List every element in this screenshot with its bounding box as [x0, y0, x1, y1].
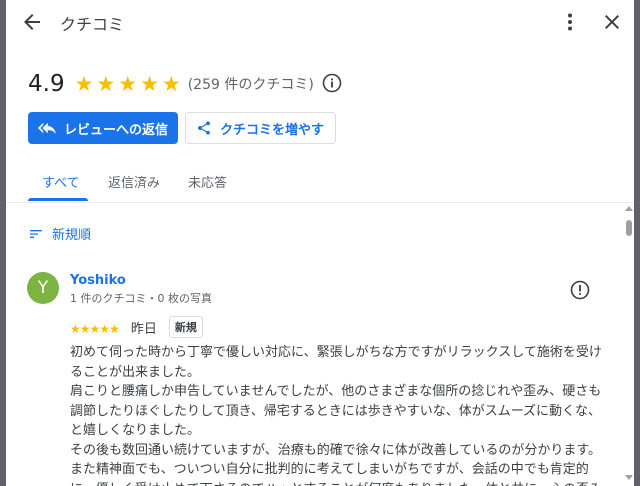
reply-button-label: レビューへの返信 — [64, 122, 169, 138]
star-icon: ★ — [79, 321, 91, 336]
close-icon — [605, 15, 619, 29]
star-icon: ★ — [89, 321, 101, 336]
dialog-header: クチコミ — [6, 0, 634, 44]
star-icon: ★ — [96, 72, 116, 96]
close-button[interactable] — [600, 10, 624, 34]
report-review-button[interactable] — [570, 280, 590, 300]
scroll-up-arrow[interactable] — [625, 206, 633, 211]
review-date: 昨日 — [130, 321, 157, 337]
rating-stars: ★ ★ ★ ★ ★ — [75, 73, 184, 95]
info-icon — [322, 73, 342, 93]
scroll-thumb[interactable] — [626, 220, 632, 236]
arrow-back-icon — [24, 14, 40, 30]
share-button-label: クチコミを増やす — [220, 122, 325, 138]
review-stars: ★★★★★ — [70, 318, 120, 337]
active-tab-indicator — [28, 198, 88, 201]
sort-label: 新規順 — [52, 228, 92, 243]
avatar[interactable]: Y — [27, 272, 59, 304]
reply-to-reviews-button[interactable]: レビューへの返信 — [28, 112, 178, 144]
reviewer-name[interactable]: Yoshiko — [70, 273, 126, 288]
reply-icon — [38, 122, 56, 134]
page-title: クチコミ — [60, 15, 125, 34]
star-icon: ★ — [118, 72, 138, 96]
star-icon: ★ — [99, 321, 110, 336]
scrollbar[interactable] — [624, 204, 634, 486]
rating-value: 4.9 — [28, 71, 65, 97]
get-more-reviews-button[interactable]: クチコミを増やす — [185, 112, 336, 144]
tab-replied[interactable]: 返信済み — [108, 172, 160, 191]
star-icon: ★ — [161, 72, 181, 96]
more-options-button[interactable] — [558, 10, 582, 34]
new-badge: 新規 — [168, 316, 203, 338]
review-text: 初めて伺った時から丁寧で優しい対応に、緊張しがちな方ですがリラックスして施術を受… — [70, 345, 602, 486]
star-icon: ★ — [70, 321, 81, 336]
star-icon: ★ — [74, 72, 94, 96]
review-rating-row: ★★★★★ 昨日 新規 — [70, 316, 203, 338]
scroll-down-arrow[interactable] — [625, 475, 633, 480]
review-filter-tabs: すべて 返信済み 未応答 — [6, 160, 634, 203]
tab-unanswered[interactable]: 未応答 — [188, 172, 227, 191]
share-icon — [198, 121, 210, 135]
reviews-dialog: クチコミ 4.9 ★ ★ ★ ★ ★ (259 件のクチコミ) レビューへの返信… — [6, 0, 634, 486]
sort-icon — [30, 229, 42, 238]
sort-dropdown[interactable]: 新規順 — [28, 224, 91, 243]
reviewer-meta: 1 件のクチコミ・0 枚の写真 — [70, 292, 212, 305]
tab-all[interactable]: すべて — [42, 172, 80, 191]
info-button[interactable] — [322, 73, 342, 93]
review-count: (259 件のクチコミ) — [187, 77, 314, 93]
star-icon: ★ — [109, 321, 120, 336]
rating-summary: 4.9 ★ ★ ★ ★ ★ (259 件のクチコミ) — [28, 70, 314, 98]
more-vert-icon — [568, 13, 572, 31]
flag-icon — [570, 280, 590, 300]
star-icon: ★ — [140, 72, 159, 96]
back-button[interactable] — [20, 10, 44, 34]
